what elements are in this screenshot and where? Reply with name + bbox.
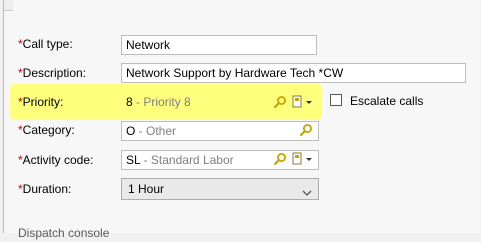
- activity-code-code: SL: [126, 153, 141, 167]
- call-type-field[interactable]: Network: [121, 35, 317, 55]
- priority-lookup-dropdown-icon[interactable]: [292, 95, 316, 109]
- activity-code-label-text: Activity code:: [22, 153, 94, 167]
- activity-code-field[interactable]: SL - Standard Labor: [121, 150, 319, 170]
- priority-label-text: Priority:: [22, 95, 64, 109]
- duration-select[interactable]: 1 Hour: [121, 178, 319, 200]
- activity-code-label: *Activity code:: [18, 151, 93, 169]
- escalate-checkbox[interactable]: [330, 94, 342, 106]
- activity-code-search-icon[interactable]: [273, 152, 287, 166]
- priority-text: Priority 8: [143, 95, 191, 109]
- description-field[interactable]: Network Support by Hardware Tech *CW: [121, 63, 466, 83]
- category-search-icon[interactable]: [299, 123, 313, 137]
- priority-code: 8: [126, 95, 133, 109]
- priority-field[interactable]: 8 - Priority 8: [121, 92, 319, 112]
- category-field[interactable]: O - Other: [121, 121, 319, 141]
- category-separator: -: [135, 124, 147, 138]
- call-type-label-text: Call type:: [22, 37, 73, 51]
- chevron-down-icon: [302, 184, 312, 204]
- description-value: Network Support by Hardware Tech *CW: [126, 66, 344, 80]
- dispatch-section-heading: Dispatch console: [18, 226, 110, 240]
- description-label: *Description:: [18, 64, 86, 82]
- description-label-text: Description:: [22, 66, 87, 80]
- category-label-text: Category:: [22, 123, 75, 137]
- call-type-value: Network: [126, 38, 171, 52]
- duration-label-text: Duration:: [22, 182, 72, 196]
- category-label: *Category:: [18, 121, 75, 139]
- duration-value: 1 Hour: [128, 182, 165, 196]
- category-text: Other: [146, 124, 177, 138]
- priority-separator: -: [132, 95, 144, 109]
- priority-label: *Priority:: [18, 93, 63, 111]
- duration-label: *Duration:: [18, 180, 71, 198]
- panel-corner: [4, 0, 13, 11]
- activity-code-separator: -: [140, 153, 151, 167]
- activity-code-lookup-dropdown-icon[interactable]: [292, 152, 316, 166]
- priority-search-icon[interactable]: [273, 95, 287, 109]
- escalate-label[interactable]: Escalate calls: [350, 92, 423, 110]
- call-type-label: *Call type:: [18, 35, 73, 53]
- category-code: O: [126, 124, 136, 138]
- activity-code-text: Standard Labor: [150, 153, 234, 167]
